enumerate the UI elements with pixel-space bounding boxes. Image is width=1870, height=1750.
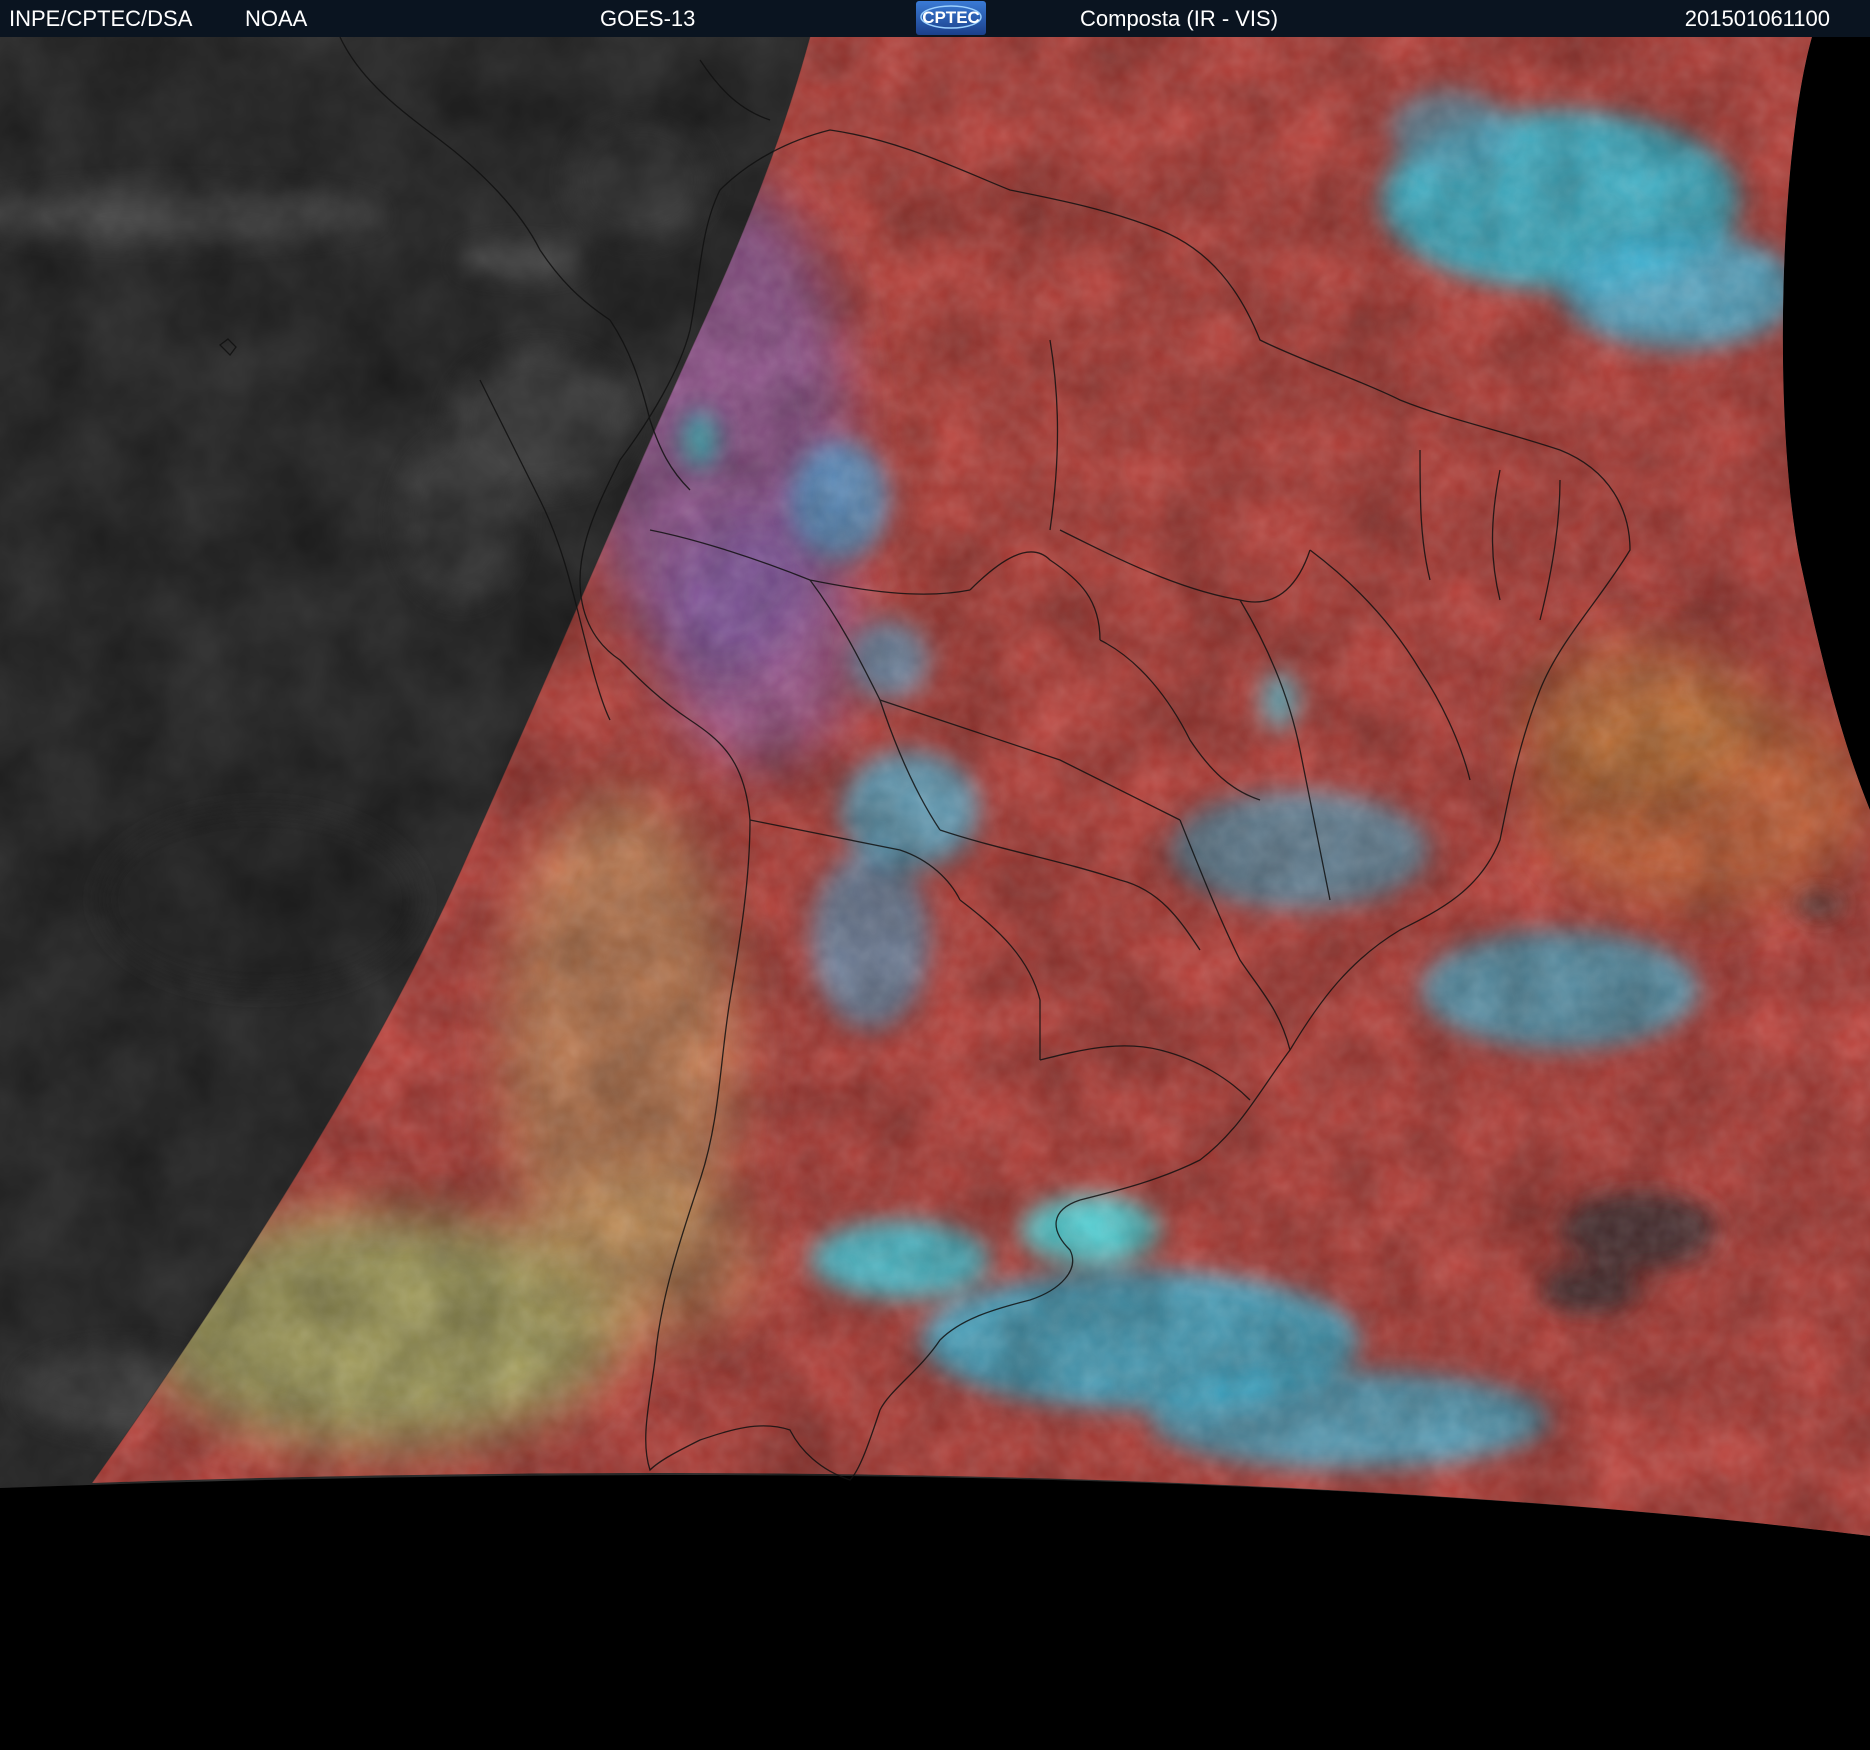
title-bar: INPE/CPTEC/DSA NOAA GOES-13 CPTEC Compos…	[0, 0, 1870, 37]
organization-label: INPE/CPTEC/DSA	[9, 6, 193, 31]
logo-lettering: CPTEC	[922, 8, 980, 27]
satellite-label: GOES-13	[600, 6, 696, 31]
timestamp-label: 201501061100	[1684, 6, 1830, 31]
agency-label: NOAA	[245, 6, 308, 31]
earth-disk	[0, 37, 1870, 1536]
cptec-logo: CPTEC	[916, 1, 986, 35]
product-label: Composta (IR - VIS)	[1080, 6, 1279, 31]
satellite-composite-image	[0, 37, 1870, 1750]
